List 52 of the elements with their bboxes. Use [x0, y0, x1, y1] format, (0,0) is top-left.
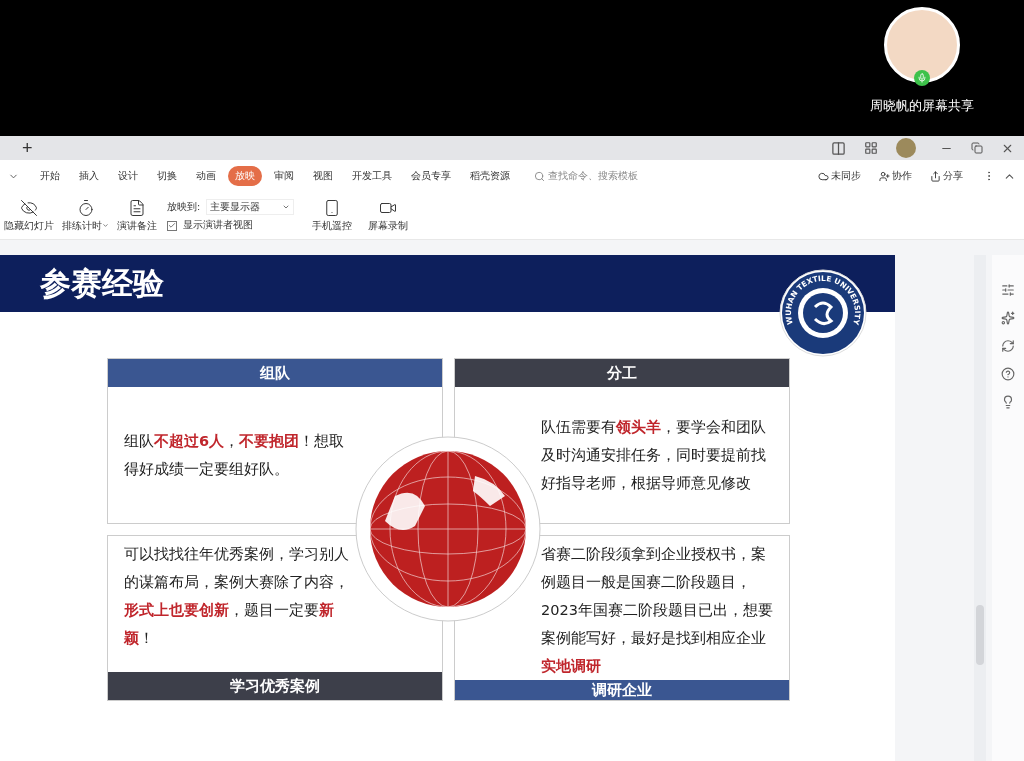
caret-icon — [282, 203, 291, 211]
checkbox-label: 显示演讲者视图 — [183, 219, 253, 232]
user-avatar[interactable] — [896, 138, 916, 158]
ribbon-tab[interactable]: 稻壳资源 — [463, 166, 517, 186]
card-heading: 学习优秀案例 — [108, 672, 442, 700]
checkbox[interactable] — [167, 220, 177, 231]
settings-icon[interactable] — [1001, 283, 1015, 297]
grid-icon[interactable] — [864, 141, 878, 155]
search-icon — [534, 170, 545, 182]
toolbar-button[interactable]: 手机遥控 — [308, 198, 357, 233]
ribbon-action[interactable]: 分享 — [924, 168, 969, 184]
display-select[interactable]: 主要显示器 — [206, 199, 295, 215]
ribbon-tab[interactable]: 会员专享 — [404, 166, 458, 186]
ribbon-action[interactable]: 协作 — [873, 168, 918, 184]
toolbar-button[interactable]: 屏幕录制 — [364, 198, 413, 233]
user-plus-icon — [879, 170, 890, 182]
stopwatch-icon — [76, 198, 95, 217]
refresh-icon[interactable] — [1001, 339, 1015, 353]
lightbulb-icon[interactable] — [1001, 395, 1015, 409]
cloud-icon — [818, 170, 829, 182]
document-icon — [128, 198, 146, 217]
ribbon-tab[interactable]: 切换 — [150, 166, 184, 186]
card-text: 组队不超过6人，不要抱团！想取得好成绩一定要组好队。 — [124, 432, 346, 479]
ribbon-tab[interactable]: 插入 — [72, 166, 106, 186]
eye-off-icon — [20, 198, 38, 217]
card-heading: 调研企业 — [455, 680, 789, 700]
toolbar-button[interactable]: 演讲备注 — [113, 198, 161, 233]
card-text: 省赛二阶段须拿到企业授权书，案例题目一般是国赛二阶段题目，2023年国赛二阶段题目已出，想要案例能写好，最好是找到相应企业实地调研 — [541, 545, 773, 676]
card-text: 队伍需要有领头羊，要学会和团队及时沟通安排任务，同时要提前找好指导老师，根据导师意见修改 — [541, 418, 767, 493]
ribbon-tab[interactable]: 开始 — [33, 166, 67, 186]
card-heading: 分工 — [455, 359, 789, 387]
sparkle-icon[interactable] — [1001, 311, 1015, 325]
slide-title: 参赛经验 — [40, 263, 164, 303]
ribbon-tab[interactable]: 动画 — [189, 166, 223, 186]
ribbon-action[interactable]: 未同步 — [812, 168, 867, 184]
scrollbar[interactable] — [974, 255, 986, 761]
toolbar-button[interactable]: 隐藏幻灯片 — [0, 198, 58, 233]
search-field[interactable]: 查找命令、搜索模板 — [548, 169, 638, 183]
ribbon-tab[interactable]: 开发工具 — [345, 166, 399, 186]
toolbar-button[interactable]: 排练计时 — [58, 198, 113, 233]
play-to-label: 放映到: — [167, 200, 201, 214]
share-icon — [930, 170, 941, 182]
help-icon[interactable] — [1001, 367, 1015, 381]
ribbon-tab[interactable]: 视图 — [306, 166, 340, 186]
screen-share-label: 周晓帆的屏幕共享 — [870, 97, 974, 115]
card-heading: 组队 — [108, 359, 442, 387]
ribbon-tab[interactable]: 设计 — [111, 166, 145, 186]
new-tab-button[interactable]: + — [18, 139, 37, 157]
ribbon-tab[interactable]: 审阅 — [267, 166, 301, 186]
reading-view-icon[interactable] — [831, 140, 846, 156]
restore-icon[interactable] — [971, 142, 983, 154]
card-text: 可以找找往年优秀案例，学习别人的谋篇布局，案例大赛除了内容，形式上也要创新，题目一定要新颖！ — [124, 545, 350, 648]
